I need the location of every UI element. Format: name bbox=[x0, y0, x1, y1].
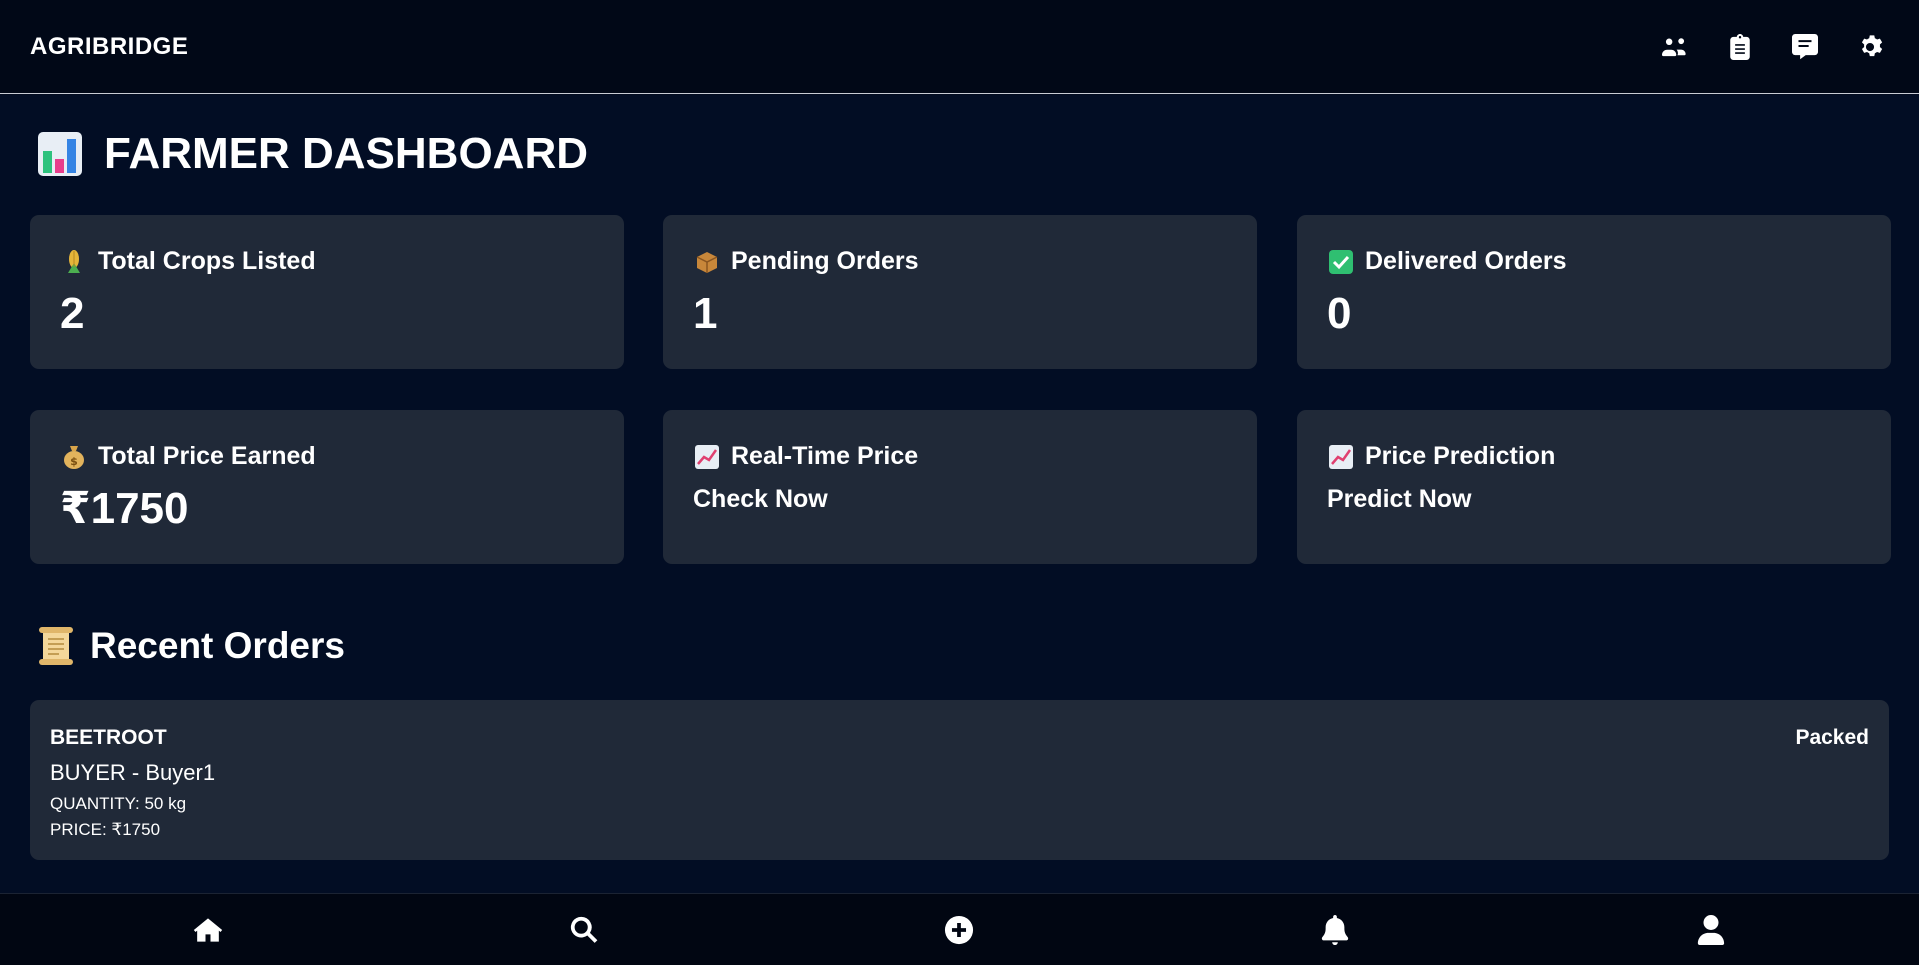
add-icon[interactable] bbox=[943, 914, 975, 946]
bottom-nav bbox=[0, 893, 1919, 965]
corn-icon bbox=[60, 248, 88, 276]
stat-card-header: Delivered Orders bbox=[1327, 247, 1861, 276]
stat-card-pending: Pending Orders 1 bbox=[663, 215, 1257, 369]
stat-card-header: Price Prediction bbox=[1327, 442, 1861, 471]
stat-card-realtime[interactable]: Real-Time Price Check Now bbox=[663, 410, 1257, 564]
clipboard-icon[interactable] bbox=[1727, 33, 1753, 60]
predict-now-link[interactable]: Predict Now bbox=[1327, 485, 1861, 514]
bell-icon[interactable] bbox=[1319, 914, 1351, 946]
order-buyer: BUYER - Buyer1 bbox=[50, 760, 216, 785]
stat-card-delivered: Delivered Orders 0 bbox=[1297, 215, 1891, 369]
stat-card-header: Total Crops Listed bbox=[60, 247, 594, 276]
stat-card-crops: Total Crops Listed 2 bbox=[30, 215, 624, 369]
stat-card-header: $ Total Price Earned bbox=[60, 442, 594, 471]
stat-label: Total Crops Listed bbox=[98, 247, 316, 275]
page-title-text: FARMER DASHBOARD bbox=[104, 129, 588, 178]
stat-label: Total Price Earned bbox=[98, 442, 316, 470]
main-content: FARMER DASHBOARD Total Crops Listed 2 Pe… bbox=[0, 95, 1919, 893]
home-icon[interactable] bbox=[192, 914, 224, 946]
recent-orders-title: Recent Orders bbox=[36, 625, 345, 667]
bar-chart-icon bbox=[36, 130, 84, 178]
stat-value: 0 bbox=[1327, 289, 1352, 338]
trend-chart-icon bbox=[693, 443, 721, 471]
check-icon bbox=[1327, 248, 1355, 276]
stat-value: ₹1750 bbox=[60, 484, 189, 533]
top-icons bbox=[1662, 33, 1883, 60]
stat-card-header: Real-Time Price bbox=[693, 442, 1227, 471]
stat-label: Price Prediction bbox=[1365, 442, 1556, 470]
order-crop: BEETROOT bbox=[50, 726, 167, 749]
trend-chart-icon bbox=[1327, 443, 1355, 471]
page-title: FARMER DASHBOARD bbox=[36, 129, 588, 179]
stat-value: 1 bbox=[693, 289, 718, 338]
order-price: PRICE: ₹1750 bbox=[50, 820, 161, 839]
user-icon[interactable] bbox=[1695, 914, 1727, 946]
top-bar: AGRIBRIDGE bbox=[0, 0, 1919, 94]
stat-label: Delivered Orders bbox=[1365, 247, 1567, 275]
gear-icon[interactable] bbox=[1857, 34, 1883, 60]
stat-label: Pending Orders bbox=[731, 247, 919, 275]
users-icon[interactable] bbox=[1662, 34, 1688, 60]
svg-text:$: $ bbox=[70, 455, 78, 468]
order-quantity: QUANTITY: 50 kg bbox=[50, 794, 187, 813]
stat-card-header: Pending Orders bbox=[693, 247, 1227, 276]
search-icon[interactable] bbox=[568, 914, 600, 946]
brand-logo[interactable]: AGRIBRIDGE bbox=[30, 33, 188, 61]
order-card[interactable]: BEETROOT BUYER - Buyer1 QUANTITY: 50 kg … bbox=[30, 700, 1889, 860]
stat-value: 2 bbox=[60, 289, 85, 338]
money-bag-icon: $ bbox=[60, 443, 88, 471]
stat-card-prediction[interactable]: Price Prediction Predict Now bbox=[1297, 410, 1891, 564]
scroll-icon bbox=[36, 625, 76, 667]
stat-card-earned: $ Total Price Earned ₹1750 bbox=[30, 410, 624, 564]
package-icon bbox=[693, 248, 721, 276]
section-title-text: Recent Orders bbox=[90, 625, 345, 666]
status-badge: Packed bbox=[1795, 726, 1869, 749]
chat-icon[interactable] bbox=[1792, 33, 1818, 60]
stat-label: Real-Time Price bbox=[731, 442, 919, 470]
check-now-link[interactable]: Check Now bbox=[693, 485, 1227, 514]
